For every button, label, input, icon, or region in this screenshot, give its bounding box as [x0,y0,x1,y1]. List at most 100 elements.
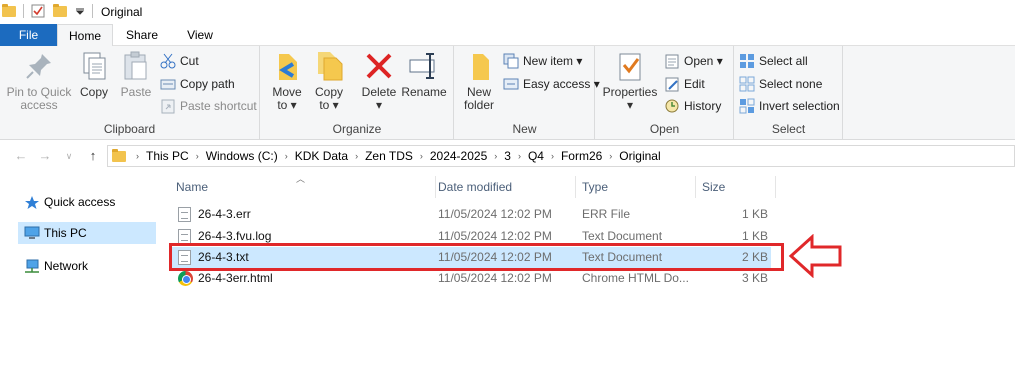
paste-label: Paste [120,85,152,99]
breadcrumb-item[interactable]: Original [616,149,663,163]
history-label: History [684,99,722,113]
open-label: Open [684,54,714,68]
cut-button[interactable]: Cut [160,52,199,70]
delete-button[interactable]: Delete ▾ [357,50,401,112]
copy-path-button[interactable]: Copy path [160,75,235,93]
file-name: 26-4-3.fvu.log [198,229,272,243]
select-all-button[interactable]: Select all [739,52,808,70]
breadcrumb-item[interactable]: Form26 [558,149,605,163]
column-header-type[interactable]: Type [576,176,696,198]
clipboard-group: Pin to Quick access Copy Paste Cut Copy … [0,46,260,140]
file-name-cell: 26-4-3.err [178,204,428,225]
new-item-icon [503,53,519,69]
column-header-name[interactable]: Name [170,176,436,198]
column-header-date-modified[interactable]: Date modified [432,176,576,198]
paste-shortcut-button[interactable]: Paste shortcut [160,97,257,115]
column-header-size[interactable]: Size [696,176,776,198]
paste-shortcut-icon [161,99,175,114]
file-name: 26-4-3err.html [198,271,273,285]
history-button[interactable]: History [664,97,721,115]
scissors-icon [160,53,176,69]
breadcrumb-item[interactable]: Zen TDS [362,149,416,163]
chevron-right-icon[interactable]: › [490,151,501,161]
new-group-label: New [512,122,537,136]
move-to-button[interactable]: Move to ▾ [267,50,307,112]
back-arrow-icon[interactable]: ← [12,147,30,165]
separator [92,4,93,18]
open-icon [665,54,679,69]
breadcrumb-item[interactable]: 2024-2025 [427,149,490,163]
tab-file[interactable]: File [0,24,57,46]
tab-home[interactable]: Home [57,24,113,47]
breadcrumb-item[interactable]: This PC [143,149,192,163]
new-folder-button[interactable]: New folder [461,50,497,112]
new-group: New folder New item ▾ Easy access ▾ New [455,46,600,140]
breadcrumb-item[interactable]: 3 [501,149,514,163]
folder-icon [2,3,16,17]
annotation-arrow-left-icon [788,234,842,278]
paste-button[interactable]: Paste [116,50,156,99]
customize-toolbar-dropdown-icon[interactable] [75,6,85,16]
properties-button[interactable]: Properties ▾ [602,50,658,112]
new-item-button[interactable]: New item ▾ [503,52,582,70]
chevron-right-icon[interactable]: › [605,151,616,161]
file-size: 3 KB [741,271,768,285]
delete-x-icon [363,50,395,82]
easy-access-label: Easy access [523,77,591,91]
navigation-pane: Quick access This PC Network [0,172,160,365]
chevron-right-icon[interactable]: › [514,151,525,161]
paste-shortcut-label: Paste shortcut [180,99,257,113]
delete-dropdown-caret: ▾ [375,98,383,112]
chevron-right-icon[interactable]: › [416,151,427,161]
tab-view[interactable]: View [172,24,228,46]
invert-selection-icon [739,98,755,114]
new-folder-icon[interactable] [53,3,67,17]
recent-locations-chevron-icon[interactable]: ∨ [60,147,78,165]
select-none-icon [739,76,755,92]
properties-dropdown-caret: ▾ [626,98,634,112]
new-folder-label-line2: folder [463,98,495,112]
select-none-button[interactable]: Select none [739,75,822,93]
nav-item-this-pc[interactable]: This PC [18,222,156,244]
rename-label: Rename [401,85,447,99]
file-row[interactable]: 26-4-3.err 11/05/2024 12:02 PM ERR File … [170,204,771,225]
forward-arrow-icon[interactable]: → [36,147,54,165]
computer-icon [24,226,40,239]
star-icon [25,196,39,209]
up-arrow-icon[interactable]: ↑ [84,147,102,165]
copy-to-icon [313,50,345,82]
copy-button[interactable]: Copy [74,50,114,99]
rename-button[interactable]: Rename [401,50,447,99]
move-label-line2: to ▾ [277,98,297,112]
breadcrumb-item[interactable]: KDK Data [292,149,351,163]
select-group: Select all Select none Invert selection … [735,46,843,140]
chevron-right-icon[interactable]: › [192,151,203,161]
properties-check-icon[interactable] [31,4,45,18]
text-file-icon [178,207,191,222]
chevron-right-icon[interactable]: › [132,151,143,161]
pin-to-quick-access-button[interactable]: Pin to Quick access [4,50,74,112]
select-all-label: Select all [759,54,808,68]
invert-selection-button[interactable]: Invert selection [739,97,840,115]
breadcrumb-item[interactable]: Q4 [525,149,547,163]
file-row[interactable]: 26-4-3err.html 11/05/2024 12:02 PM Chrom… [170,268,771,289]
ribbon: Pin to Quick access Copy Paste Cut Copy … [0,46,1015,140]
breadcrumb-item[interactable]: Windows (C:) [203,149,281,163]
easy-access-button[interactable]: Easy access ▾ [503,75,600,93]
copy-path-icon [160,79,176,90]
tab-share[interactable]: Share [116,24,168,46]
window-title: Original [101,5,143,19]
select-all-icon [740,54,754,68]
copy-icon [78,50,110,82]
chevron-right-icon[interactable]: › [351,151,362,161]
open-button[interactable]: Open ▾ [664,52,723,70]
copy-to-button[interactable]: Copy to ▾ [309,50,349,112]
address-bar[interactable]: › This PC › Windows (C:) › KDK Data › Ze… [107,145,1015,167]
chevron-right-icon[interactable]: › [547,151,558,161]
nav-item-quick-access[interactable]: Quick access [18,191,156,213]
ribbon-tabs: File Home Share View [0,24,1015,47]
edit-button[interactable]: Edit [664,75,705,93]
chevron-right-icon[interactable]: › [281,151,292,161]
text-file-icon [178,229,191,244]
nav-item-network[interactable]: Network [18,255,156,277]
